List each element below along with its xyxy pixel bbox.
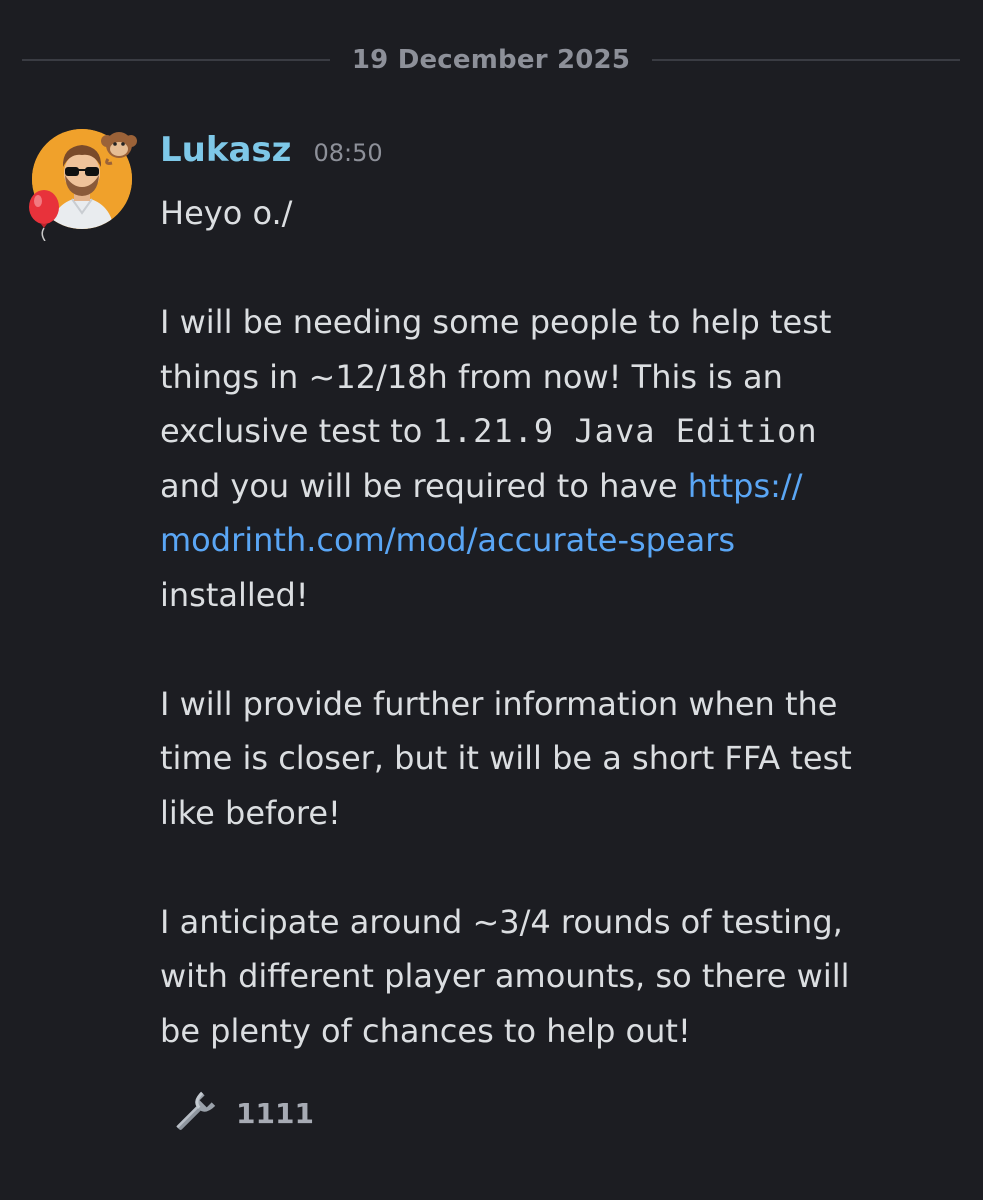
message-text: and you will be required to have [160,466,688,505]
reaction-count: 1111 [236,1096,314,1130]
reaction-button[interactable]: 1111 [170,1088,314,1138]
message-line: I anticipate around ~3/4 rounds of testi… [160,902,843,941]
message-line: exclusive test to 1.21.9 Java Edition [160,404,960,459]
message-line: installed! [160,575,309,614]
inline-code: 1.21.9 Java Edition [432,412,818,450]
message-line: I will be needing some people to help te… [160,303,832,341]
balloon-icon [29,190,59,241]
message-line: with different player amounts, so there … [160,957,850,995]
monkey-icon [101,132,137,165]
mod-link-continued[interactable]: modrinth.com/mod/accurate-spears [160,521,735,559]
wrench-icon [176,1091,216,1130]
message-line: things in ~12/18h from now! This is an [160,357,783,396]
message-line: and you will be required to have https:/… [160,459,960,514]
message-line: modrinth.com/mod/accurate-spears [160,513,960,568]
date-divider: 19 December 2025 [22,38,960,82]
message-line: be plenty of chances to help out! [160,1011,691,1050]
divider-line-left [22,59,330,61]
message-line: I will provide further information when … [160,684,838,723]
timestamp: 08:50 [313,139,383,167]
username[interactable]: Lukasz [160,130,291,170]
divider-line-right [652,59,960,61]
message-text: exclusive test to [160,412,433,450]
message-line: like before! [160,793,341,832]
message-header: Lukasz 08:50 [160,130,383,174]
divider-date: 19 December 2025 [351,45,631,75]
message-line: time is closer, but it will be a short F… [160,739,852,777]
message-content: Heyo o./ I will be needing some people t… [160,186,960,1058]
avatar[interactable] [24,125,137,241]
message-line: Heyo o./ [160,194,293,232]
mod-link[interactable]: https:// [688,467,803,505]
